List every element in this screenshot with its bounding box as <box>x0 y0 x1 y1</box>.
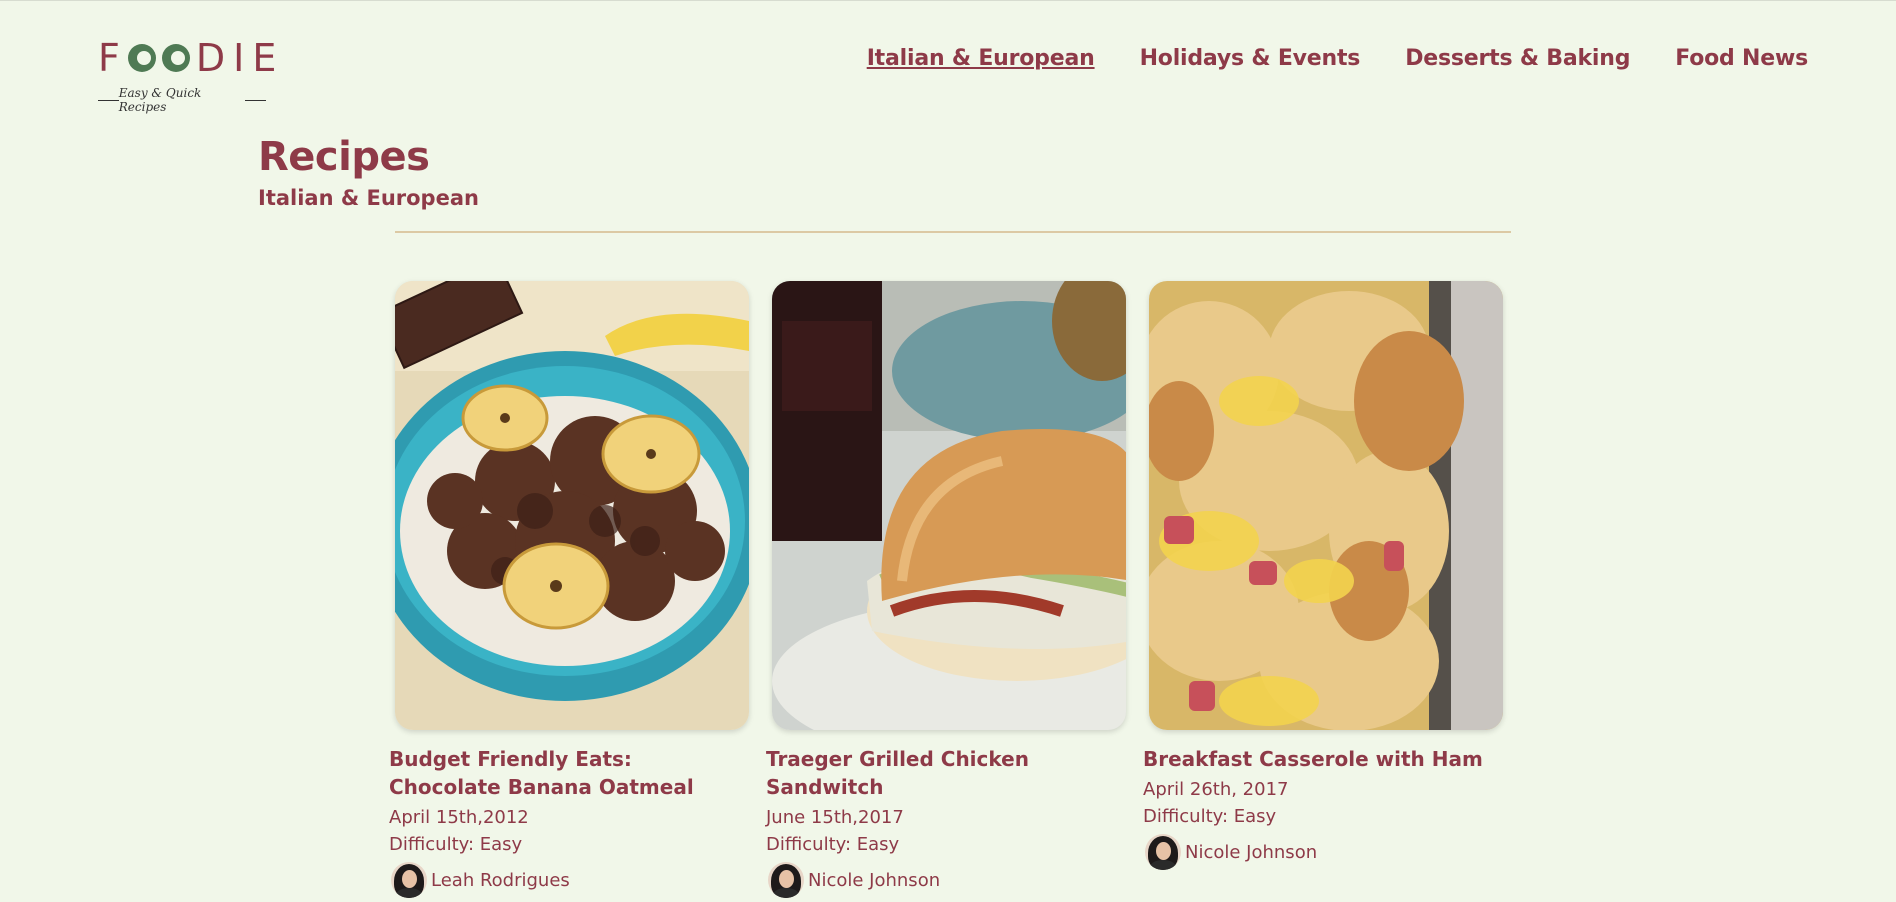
recipe-card[interactable]: Traeger Grilled Chicken Sandwitch June 1… <box>766 281 1126 898</box>
recipe-title[interactable]: Budget Friendly Eats: Chocolate Banana O… <box>389 745 729 801</box>
chocolate-banana-oatmeal-image[interactable] <box>395 281 749 730</box>
recipe-author[interactable]: Nicole Johnson <box>768 862 1126 898</box>
recipe-date: April 15th,2012 <box>389 807 529 828</box>
breakfast-casserole-image[interactable] <box>1149 281 1503 730</box>
top-border <box>0 0 1896 1</box>
nav-desserts-baking[interactable]: Desserts & Baking <box>1405 46 1630 71</box>
recipe-author[interactable]: Nicole Johnson <box>1145 834 1503 870</box>
logo-o-icon <box>161 44 190 72</box>
author-name: Leah Rodrigues <box>431 869 570 891</box>
page-title: Recipes <box>258 134 430 180</box>
recipe-difficulty: Difficulty: Easy <box>389 834 523 855</box>
author-avatar <box>768 862 804 898</box>
chicken-sandwich-image[interactable] <box>772 281 1126 730</box>
recipe-difficulty: Difficulty: Easy <box>766 834 900 855</box>
author-avatar <box>391 862 427 898</box>
recipe-difficulty: Difficulty: Easy <box>1143 806 1277 827</box>
author-name: Nicole Johnson <box>808 869 941 891</box>
logo-wordmark: F D I E <box>98 36 279 80</box>
author-avatar <box>1145 834 1181 870</box>
recipe-title[interactable]: Traeger Grilled Chicken Sandwitch <box>766 745 1106 801</box>
recipe-card[interactable]: Breakfast Casserole with Ham April 26th,… <box>1143 281 1503 870</box>
recipe-date: April 26th, 2017 <box>1143 779 1289 800</box>
logo-tagline: Easy & Quick Recipes <box>98 86 266 114</box>
section-divider <box>395 231 1511 233</box>
page-subtitle: Italian & European <box>258 186 479 210</box>
main-nav: Italian & European Holidays & Events Des… <box>867 46 1809 71</box>
nav-holidays-events[interactable]: Holidays & Events <box>1140 46 1361 71</box>
nav-italian-european[interactable]: Italian & European <box>867 46 1095 71</box>
recipe-card[interactable]: Budget Friendly Eats: Chocolate Banana O… <box>389 281 749 898</box>
author-name: Nicole Johnson <box>1185 841 1318 863</box>
logo-o-icon <box>127 44 156 72</box>
recipe-author[interactable]: Leah Rodrigues <box>391 862 749 898</box>
recipe-date: June 15th,2017 <box>766 807 904 828</box>
nav-food-news[interactable]: Food News <box>1675 46 1808 71</box>
foodie-logo[interactable]: F D I E Easy & Quick Recipes <box>98 36 276 114</box>
recipe-title[interactable]: Breakfast Casserole with Ham <box>1143 745 1483 773</box>
